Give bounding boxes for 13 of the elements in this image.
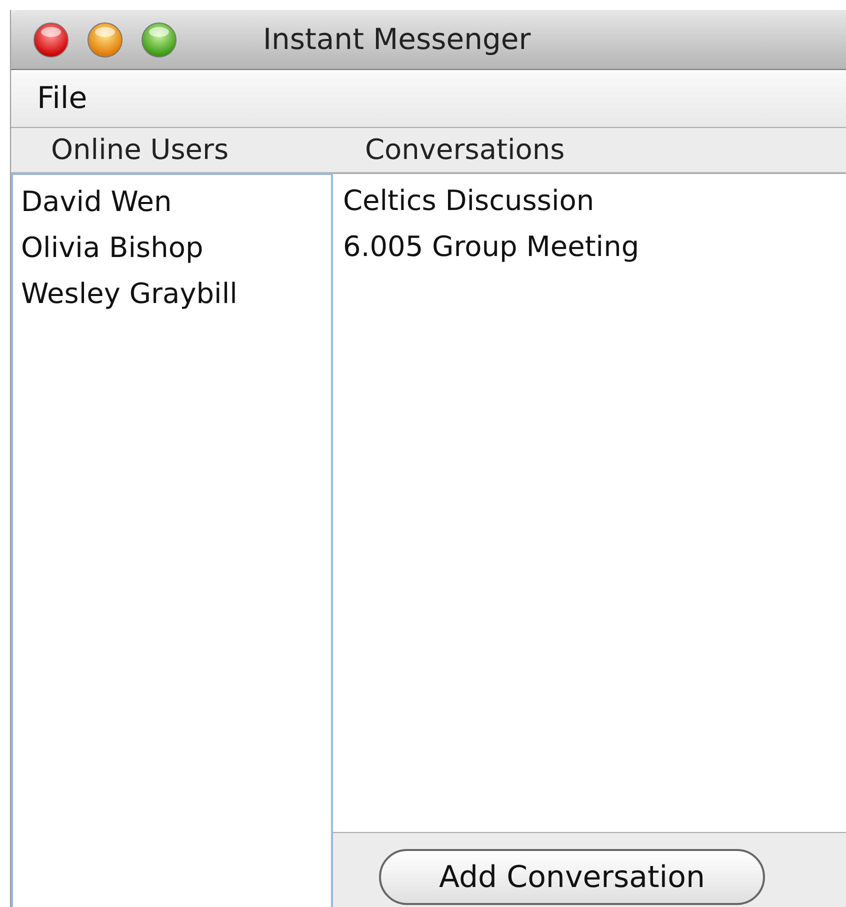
close-icon[interactable] bbox=[33, 22, 69, 58]
column-label: Online Users bbox=[50, 132, 230, 168]
menu-item[interactable]: File bbox=[37, 76, 88, 121]
user-item[interactable]: Olivia Bishop bbox=[21, 227, 331, 268]
zoom-icon[interactable] bbox=[141, 22, 177, 58]
user-item[interactable]: Wesley Graybill bbox=[21, 273, 331, 314]
window-title: Instant Messenger bbox=[263, 20, 531, 58]
conversation-item[interactable]: 6.005 Group Meeting bbox=[343, 226, 846, 267]
add-conversation-button[interactable]: Add Conversation bbox=[379, 849, 765, 905]
minimize-icon[interactable] bbox=[87, 22, 123, 58]
user-item[interactable]: David Wen bbox=[21, 181, 331, 222]
conversation-item[interactable]: Celtics Discussion bbox=[343, 180, 846, 221]
column-label: Conversations bbox=[364, 132, 565, 168]
